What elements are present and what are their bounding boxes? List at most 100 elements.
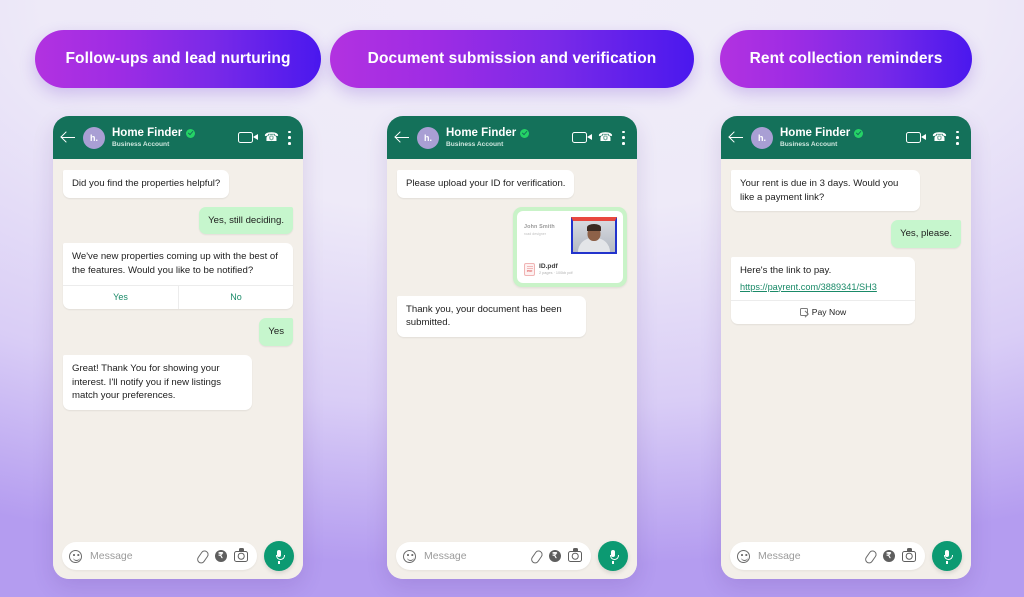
avatar[interactable]: h.	[83, 126, 105, 149]
video-call-icon[interactable]	[238, 132, 258, 143]
chat-header-text: Home Finder Business Account	[112, 127, 238, 148]
paperclip-icon[interactable]	[530, 550, 542, 563]
message-row: Yes	[63, 318, 293, 347]
phone-mockup-rent-collection: h. Home Finder Business Account ☎ Your r…	[721, 116, 971, 579]
camera-icon[interactable]	[568, 548, 582, 562]
incoming-payment-link-bubble: Here's the link to pay. https://payrent.…	[731, 256, 915, 324]
message-row: Yes, please.	[731, 220, 961, 248]
quick-reply-buttons: Yes No	[63, 285, 293, 310]
camera-icon[interactable]	[902, 548, 916, 562]
chat-contact-name: Home Finder	[112, 126, 183, 139]
payment-link[interactable]: https://payrent.com/3889341/SH3	[731, 282, 915, 300]
pill-label: Follow-ups and lead nurturing	[65, 50, 291, 67]
back-arrow-icon[interactable]	[395, 131, 410, 145]
verified-badge-icon	[186, 128, 196, 138]
quick-reply-yes-button[interactable]: Yes	[63, 286, 178, 309]
incoming-message-bubble: Did you find the properties helpful?	[63, 170, 230, 198]
message-input-placeholder[interactable]: Message	[422, 550, 524, 562]
id-card-role: road designer	[524, 232, 546, 237]
id-card-name: John Smith	[524, 223, 555, 230]
message-input-placeholder[interactable]: Message	[756, 550, 858, 562]
external-link-icon	[799, 307, 808, 316]
microphone-button[interactable]	[264, 541, 294, 571]
message-input-placeholder[interactable]: Message	[88, 550, 190, 562]
avatar[interactable]: h.	[751, 126, 773, 149]
phone-call-icon[interactable]: ☎	[264, 131, 279, 144]
message-row: Yes, still deciding.	[63, 206, 293, 235]
chat-header-actions: ☎	[238, 130, 294, 145]
id-card-preview: John Smith road designer	[517, 211, 623, 259]
payment-intro-text: Here's the link to pay.	[740, 264, 832, 276]
rupee-payment-icon[interactable]: ₹	[882, 549, 895, 563]
pay-now-button[interactable]: Pay Now	[731, 299, 915, 324]
rupee-payment-icon[interactable]: ₹	[548, 549, 561, 563]
chat-contact-name: Home Finder	[780, 126, 851, 139]
message-input-container[interactable]: Message ₹	[730, 542, 925, 570]
message-input-actions: ₹	[196, 548, 248, 563]
verified-badge-icon	[520, 128, 530, 138]
use-case-columns: Follow-ups and lead nurturing h. Home Fi…	[0, 0, 1024, 597]
use-case-pill-rent-collection[interactable]: Rent collection reminders	[719, 30, 973, 88]
microphone-icon	[275, 550, 285, 564]
back-arrow-icon[interactable]	[729, 131, 744, 145]
emoji-smiley-icon[interactable]	[403, 549, 416, 563]
phone-call-icon[interactable]: ☎	[932, 131, 947, 144]
id-document-card: John Smith road designer PDF ID.pdf 2 pa…	[517, 210, 623, 283]
use-case-pill-document-submission[interactable]: Document submission and verification	[329, 30, 695, 88]
more-options-icon[interactable]	[622, 130, 625, 145]
phone-mockup-document-submission: h. Home Finder Business Account ☎ Please…	[387, 116, 637, 579]
message-input-actions: ₹	[530, 548, 582, 563]
pill-label: Document submission and verification	[367, 50, 657, 67]
document-file-text: ID.pdf 2 pages · 100kb pdf	[539, 263, 573, 276]
emoji-smiley-icon[interactable]	[737, 549, 750, 563]
document-file-meta: 2 pages · 100kb pdf	[539, 271, 573, 276]
chat-header-actions: ☎	[572, 130, 628, 145]
message-row: We've new properties coming up with the …	[63, 243, 293, 310]
message-input-container[interactable]: Message ₹	[396, 542, 591, 570]
microphone-icon	[609, 550, 619, 564]
chat-spacer	[63, 419, 293, 533]
phone-call-icon[interactable]: ☎	[598, 131, 613, 144]
paperclip-icon[interactable]	[196, 550, 208, 563]
chat-spacer	[731, 333, 961, 533]
phone-mockup-follow-ups: h. Home Finder Business Account ☎ Did yo…	[53, 116, 303, 579]
message-row: Great! Thank You for showing your intere…	[63, 355, 293, 410]
chat-header: h. Home Finder Business Account ☎	[721, 116, 971, 159]
incoming-message-bubble: Your rent is due in 3 days. Would you li…	[731, 170, 920, 212]
quick-reply-no-button[interactable]: No	[178, 286, 293, 310]
microphone-icon	[943, 550, 953, 564]
document-file-info: ID.pdf 2 pages · 100kb pdf	[517, 259, 623, 283]
chat-header-text: Home Finder Business Account	[780, 127, 906, 148]
message-row: Thank you, your document has been submit…	[397, 295, 627, 337]
chat-title-row: Home Finder	[112, 127, 238, 140]
use-case-column-rent-collection: Rent collection reminders h. Home Finder…	[690, 0, 1002, 597]
chat-contact-subtitle: Business Account	[780, 140, 838, 148]
more-options-icon[interactable]	[288, 130, 291, 145]
chat-input-bar: Message ₹	[53, 533, 303, 579]
rupee-payment-icon[interactable]: ₹	[214, 549, 227, 563]
video-call-icon[interactable]	[906, 132, 926, 143]
use-case-pill-follow-ups[interactable]: Follow-ups and lead nurturing	[35, 30, 321, 88]
chat-header: h. Home Finder Business Account ☎	[387, 116, 637, 159]
document-file-name: ID.pdf	[539, 262, 558, 270]
page-canvas: Follow-ups and lead nurturing h. Home Fi…	[0, 0, 1024, 597]
chat-title-row: Home Finder	[780, 127, 906, 140]
chat-message-list: Your rent is due in 3 days. Would you li…	[721, 159, 971, 533]
message-input-container[interactable]: Message ₹	[62, 542, 257, 570]
camera-icon[interactable]	[234, 548, 248, 562]
chat-spacer	[397, 346, 627, 533]
paperclip-icon[interactable]	[864, 550, 876, 563]
message-input-actions: ₹	[864, 548, 916, 563]
chat-contact-subtitle: Business Account	[446, 140, 504, 148]
microphone-button[interactable]	[932, 541, 962, 571]
outgoing-message-bubble: Yes	[259, 318, 293, 347]
avatar[interactable]: h.	[417, 126, 439, 149]
back-arrow-icon[interactable]	[61, 131, 76, 145]
emoji-smiley-icon[interactable]	[69, 549, 82, 563]
video-call-icon[interactable]	[572, 132, 592, 143]
microphone-button[interactable]	[598, 541, 628, 571]
more-options-icon[interactable]	[956, 130, 959, 145]
chat-message-list: Please upload your ID for verification. …	[387, 159, 637, 533]
outgoing-document-attachment[interactable]: John Smith road designer PDF ID.pdf 2 pa…	[513, 206, 627, 287]
verified-badge-icon	[854, 128, 864, 138]
